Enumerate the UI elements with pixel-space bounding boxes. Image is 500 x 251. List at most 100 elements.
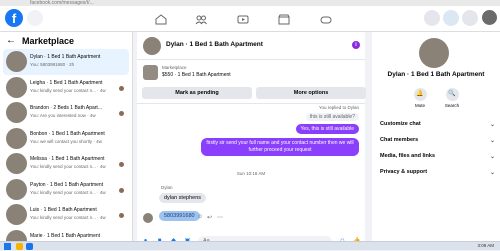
mute-button[interactable]: 🔔 Mute	[410, 88, 430, 108]
sender-avatar	[143, 213, 153, 223]
conversation-item[interactable]: Melissa · 1 Bed 1 Bath Apartment You: ki…	[0, 151, 132, 177]
conversation-title: Payton · 1 Bed 1 Bath Apartment	[30, 181, 104, 188]
browser-icon[interactable]	[26, 243, 33, 250]
facebook-logo[interactable]: f	[5, 9, 23, 27]
chat-avatar[interactable]	[143, 37, 161, 55]
people-icon[interactable]	[195, 12, 207, 25]
menu-label: Customize chat	[380, 121, 421, 127]
conversation-item[interactable]: Bonbon · 1 Bed 1 Bath Apartment You: we …	[0, 126, 132, 152]
conversation-title: Leigha · 1 Bed 1 Bath Apartment	[30, 79, 103, 86]
mute-label: Mute	[414, 103, 425, 108]
video-icon[interactable]	[237, 12, 249, 24]
conversation-snippet: You: kindly send your contact n... · 4w	[30, 87, 106, 93]
back-arrow-icon[interactable]: ←	[6, 35, 16, 46]
outgoing-message[interactable]: Yes, this is still available	[295, 124, 359, 134]
account-avatar[interactable]	[482, 10, 497, 25]
marketplace-icon[interactable]	[278, 12, 290, 25]
outgoing-message[interactable]: firstly sir send your full name and your…	[201, 138, 359, 156]
seen-avatar	[119, 111, 124, 116]
messenger-icon[interactable]	[443, 10, 459, 26]
conversation-snippet: You: kindly send your contact n... · 4w	[30, 164, 106, 169]
conversation-title: Luis · 1 Bed 1 Bath Apartment	[30, 207, 97, 213]
marketplace-sidebar: ← Marketplace Dylan · 1 Bed 1 Bath Apart…	[0, 32, 133, 250]
gaming-icon[interactable]	[320, 12, 332, 24]
media-files-links-row[interactable]: Media, files and links ⌄	[380, 153, 495, 160]
search-label: Search	[444, 103, 460, 108]
sidebar-header: ← Marketplace	[0, 32, 132, 49]
chevron-down-icon: ⌄	[489, 170, 495, 176]
search-icon: 🔍	[445, 88, 459, 101]
incoming-message[interactable]: dylan stephens	[159, 193, 206, 203]
conversation-thumbnail	[6, 153, 27, 174]
seen-avatar	[119, 187, 124, 193]
menu-label: Chat members	[380, 137, 419, 143]
conversation-thumbnail	[6, 76, 27, 98]
sidebar-title: Marketplace	[22, 35, 75, 46]
clock: 3:09 AM	[477, 243, 494, 248]
profile-avatar[interactable]	[419, 38, 449, 68]
conversation-snippet: You: kindly send your contact n... · 4w	[30, 215, 106, 220]
more-options-button[interactable]: More options	[256, 87, 366, 99]
customize-chat-row[interactable]: Customize chat ⌄	[380, 121, 495, 128]
conversation-item[interactable]: Leigha · 1 Bed 1 Bath Apartment You: kin…	[0, 75, 132, 101]
chat-header: Dylan · 1 Bed 1 Bath Apartment i	[137, 32, 365, 60]
chat-members-row[interactable]: Chat members ⌄	[380, 137, 495, 144]
file-explorer-icon[interactable]	[16, 243, 23, 250]
conversation-title: Marie · 1 Bed 1 Bath Apartment	[30, 232, 101, 239]
seen-avatar	[119, 213, 124, 218]
conversation-snippet: You: Are you interested now · 4w	[30, 113, 96, 118]
chat-title[interactable]: Dylan · 1 Bed 1 Bath Apartment	[166, 41, 263, 48]
react-icon[interactable]: ☺	[197, 214, 203, 220]
quoted-message[interactable]: this is still available?	[305, 113, 359, 121]
incoming-message[interactable]: 5803991680	[159, 211, 200, 221]
conversation-item[interactable]: Dylan · 1 Bed 1 Bath Apartment You: 5803…	[3, 49, 129, 75]
seen-avatar	[119, 162, 124, 167]
start-icon[interactable]	[4, 243, 11, 250]
listing-price[interactable]: $550 · 1 Bed 1 Bath Apartment	[162, 72, 231, 78]
chat-panel: Dylan · 1 Bed 1 Bath Apartment i Marketp…	[137, 32, 366, 251]
privacy-support-row[interactable]: Privacy & support ⌄	[380, 169, 495, 176]
search-icon[interactable]	[27, 10, 43, 26]
menu-label: Privacy & support	[380, 169, 428, 175]
reply-indicator: You replied to Dylan	[318, 105, 359, 110]
profile-name: Dylan · 1 Bed 1 Bath Apartment	[387, 71, 485, 78]
bell-icon: 🔔	[413, 88, 427, 101]
conversation-item[interactable]: Brandon · 2 Beds 1 Bath Apart... You: Ar…	[0, 100, 132, 126]
search-button[interactable]: 🔍 Search	[442, 88, 462, 108]
conversation-snippet: You: 5803991680 · 2h	[30, 62, 75, 67]
conversation-item[interactable]: Payton · 1 Bed 1 Bath Apartment You: kin…	[0, 177, 132, 203]
profile-panel: Dylan · 1 Bed 1 Bath Apartment 🔔 Mute 🔍 …	[372, 32, 500, 250]
home-icon[interactable]	[155, 12, 167, 25]
conversation-title: Melissa · 1 Bed 1 Bath Apartment	[30, 156, 105, 162]
message-line: firstly sir send your full name and your…	[206, 140, 354, 146]
os-taskbar: 3:09 AM	[0, 241, 500, 250]
message-thread: You replied to Dylan this is still avail…	[137, 104, 365, 251]
info-icon[interactable]: i	[352, 41, 360, 49]
conversation-thumbnail	[6, 102, 27, 123]
conversation-title: Dylan · 1 Bed 1 Bath Apartment	[30, 54, 101, 60]
more-actions-icon[interactable]: ⋯	[217, 214, 223, 221]
mark-as-pending-button[interactable]: Mark as pending	[142, 87, 252, 99]
conversation-thumbnail	[6, 178, 27, 200]
menu-grid-icon[interactable]	[424, 10, 440, 26]
reply-icon[interactable]: ↩	[207, 214, 212, 221]
listing-thumbnail[interactable]	[143, 65, 158, 80]
conversation-snippet: You: kindly send your contact n... · 4w	[30, 189, 106, 195]
message-timestamp: Sun 10:18 AM	[236, 171, 266, 176]
top-navigation: f	[0, 6, 500, 32]
seen-avatar	[119, 85, 124, 91]
menu-label: Media, files and links	[380, 153, 436, 159]
conversation-title: Bonbon · 1 Bed 1 Bath Apartment	[30, 130, 105, 137]
conversation-snippet: You: we will contact you shortly · 4w	[30, 138, 102, 144]
chevron-down-icon: ⌄	[489, 154, 495, 160]
conversation-item[interactable]: Luis · 1 Bed 1 Bath Apartment You: kindl…	[0, 202, 132, 228]
sender-name: Dylan	[161, 185, 173, 190]
chevron-down-icon: ⌄	[489, 138, 495, 144]
message-line: further proceed your request	[248, 147, 312, 153]
listing-tag: Marketplace	[162, 65, 187, 70]
notifications-bell-icon[interactable]	[462, 10, 478, 26]
listing-card: Marketplace $550 · 1 Bed 1 Bath Apartmen…	[137, 60, 366, 103]
chevron-down-icon: ⌄	[489, 122, 495, 128]
conversation-thumbnail	[6, 51, 27, 72]
conversation-thumbnail	[6, 204, 27, 225]
